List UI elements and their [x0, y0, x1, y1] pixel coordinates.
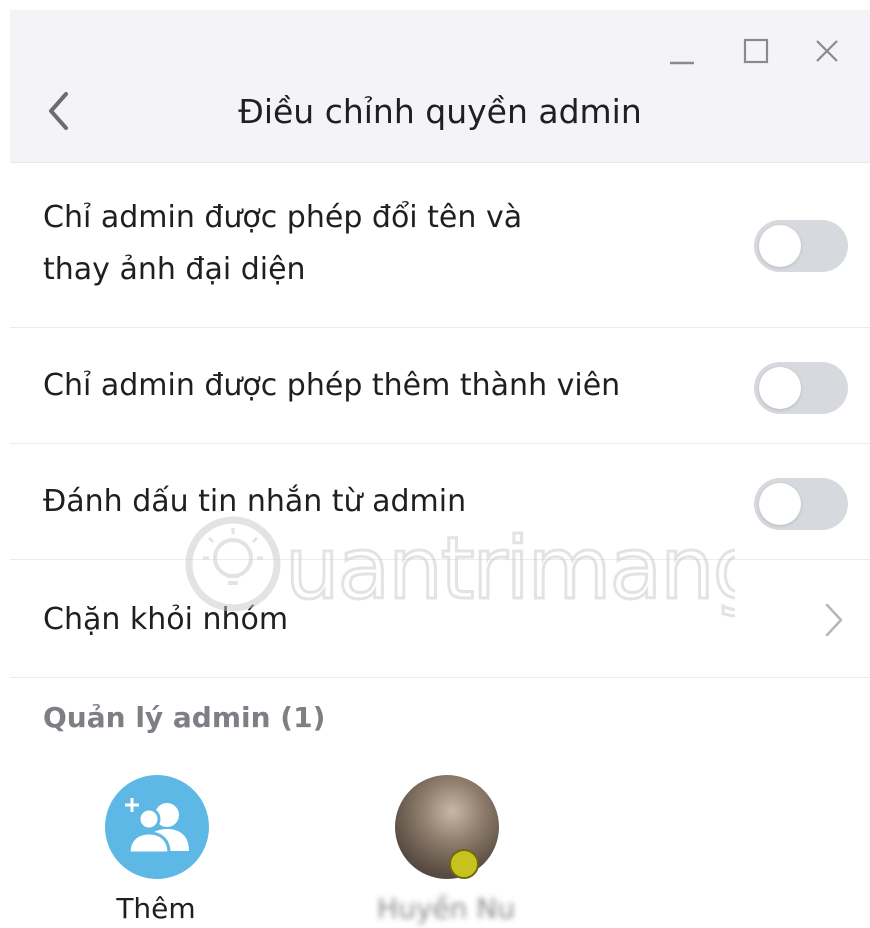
- toggle-mark-messages[interactable]: [754, 478, 848, 530]
- setting-row-rename-avatar: Chỉ admin được phép đổi tên và thay ảnh …: [10, 163, 870, 328]
- maximize-button[interactable]: [739, 34, 773, 68]
- page-title: Điều chỉnh quyền admin: [238, 92, 642, 131]
- admin-member-name: Huyền Nu: [377, 892, 515, 925]
- setting-label-block: Chặn khỏi nhóm: [43, 602, 289, 637]
- add-admin-button[interactable]: [105, 775, 209, 879]
- avatar[interactable]: [395, 775, 499, 879]
- toggle-knob: [759, 225, 801, 267]
- toggle-knob: [759, 367, 801, 409]
- setting-row-block[interactable]: Chặn khỏi nhóm: [10, 560, 870, 678]
- setting-label-mark-messages: Đánh dấu tin nhắn từ admin: [43, 484, 467, 519]
- toggle-rename-avatar[interactable]: [754, 220, 848, 272]
- admin-member-item[interactable]: Huyền Nu: [371, 775, 521, 925]
- chevron-right-icon: [820, 598, 848, 642]
- add-user-icon: [125, 798, 189, 855]
- setting-label-add-member: Chỉ admin được phép thêm thành viên: [43, 368, 621, 403]
- setting-label-rename-line1: Chỉ admin được phép đổi tên và: [43, 200, 523, 235]
- close-button[interactable]: [810, 34, 844, 68]
- minimize-button[interactable]: [665, 34, 699, 68]
- chevron-left-icon: [49, 92, 68, 130]
- add-admin-label: Thêm: [116, 892, 196, 925]
- setting-label-rename-line2: thay ảnh đại diện: [43, 252, 306, 287]
- minimize-icon: [670, 61, 694, 65]
- toggle-add-member[interactable]: [754, 362, 848, 414]
- setting-row-add-member: Chỉ admin được phép thêm thành viên: [10, 328, 870, 444]
- add-admin-item[interactable]: Thêm: [81, 775, 231, 925]
- header-bar: Điều chỉnh quyền admin: [10, 10, 870, 163]
- admin-section-title: Quản lý admin (1): [43, 701, 326, 734]
- back-button[interactable]: [40, 90, 76, 132]
- admin-permissions-panel: Điều chỉnh quyền admin Chỉ admin được ph…: [10, 10, 870, 928]
- maximize-icon: [743, 38, 769, 64]
- setting-row-mark-messages: Đánh dấu tin nhắn từ admin: [10, 444, 870, 560]
- toggle-knob: [759, 483, 801, 525]
- admin-key-badge-icon: [449, 849, 479, 879]
- close-icon: [816, 40, 838, 62]
